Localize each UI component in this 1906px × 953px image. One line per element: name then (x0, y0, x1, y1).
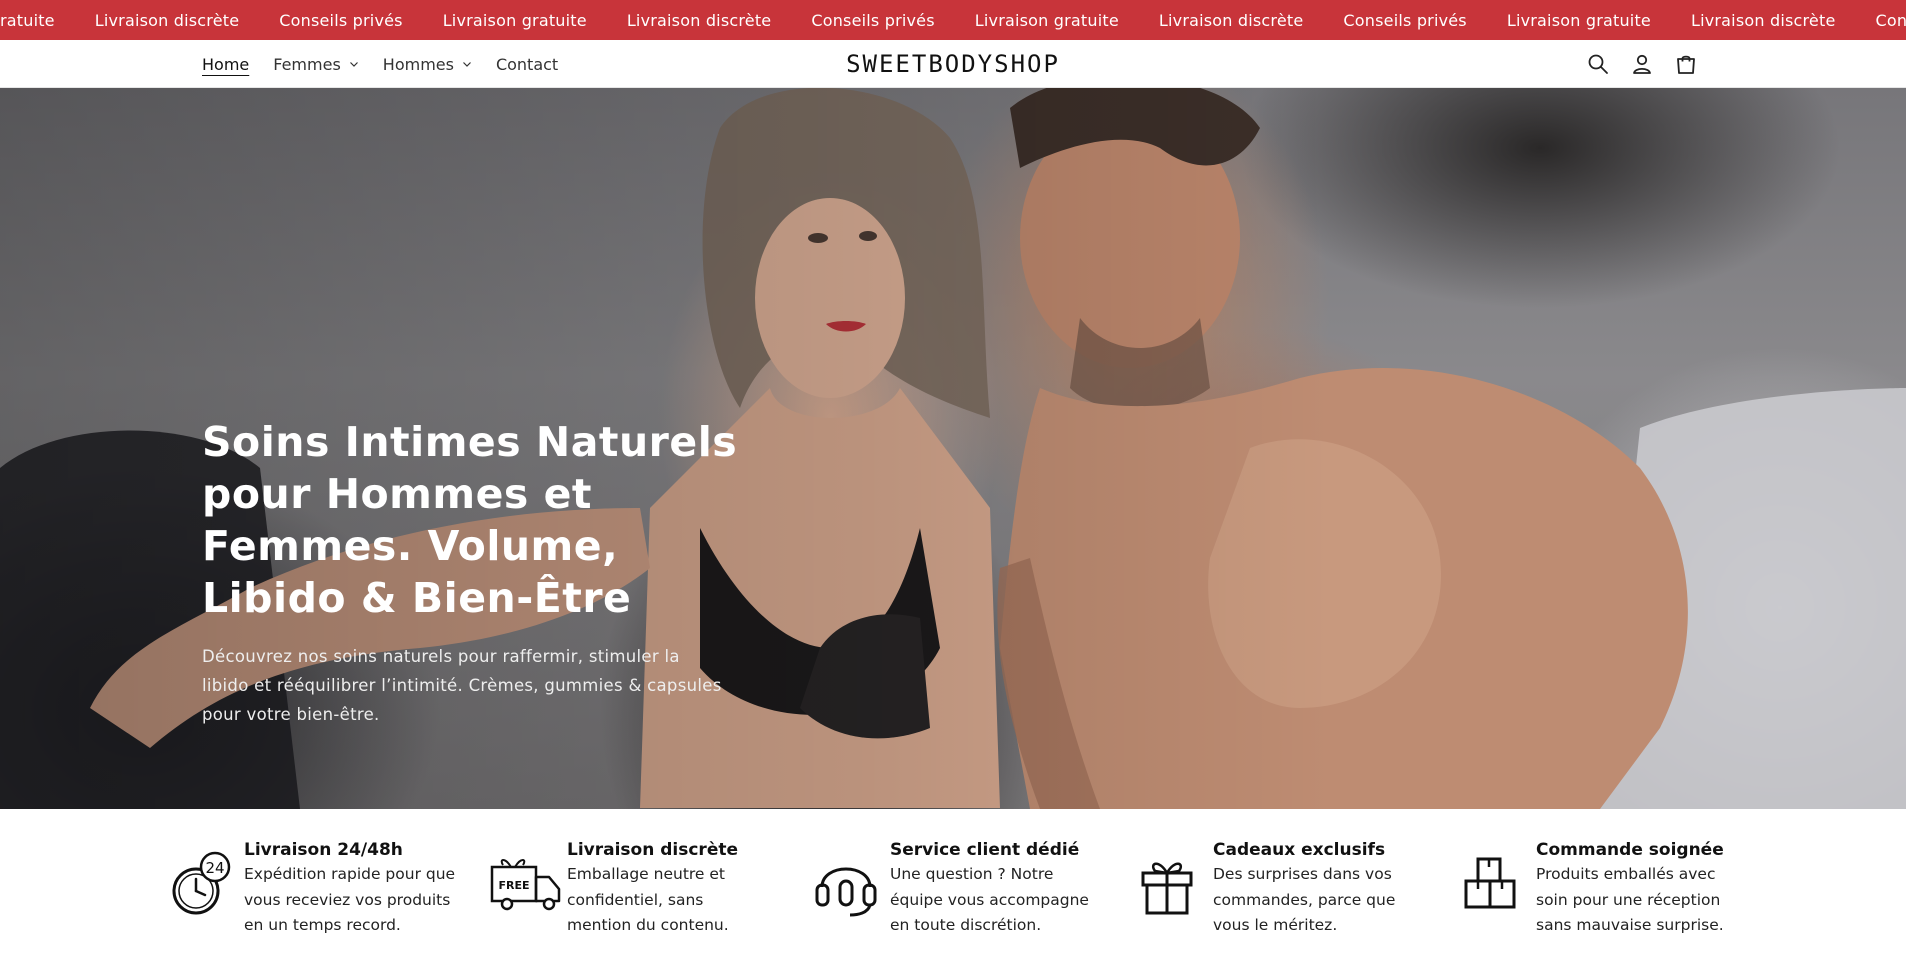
announcement-item: on gratuite (0, 10, 55, 30)
announcement-item: Conseils privés (811, 10, 935, 30)
announcement-item: Livraison gratuite (442, 10, 587, 30)
announcement-item: Livraison discrète (626, 10, 772, 30)
free-truck-icon: FREE (490, 859, 561, 911)
feature-item: Commande soignée Produits emballés avec … (1458, 839, 1758, 949)
nav-femmes-label: Femmes (273, 54, 341, 74)
chevron-down-icon (463, 62, 471, 67)
nav-contact-link[interactable]: Contact (496, 55, 558, 74)
feature-text: Livraison 24/48h Expédition rapide pour … (244, 839, 459, 949)
feature-text: Commande soignée Produits emballés avec … (1536, 839, 1736, 949)
announcement-item: Livraison gratuite (1506, 10, 1651, 30)
feature-description: Une question ? Notre équipe vous accompa… (890, 865, 1089, 934)
feature-item: Cadeaux exclusifs Des surprises dans vos… (1135, 839, 1435, 949)
account-button[interactable] (1628, 50, 1656, 78)
nav-contact-label: Contact (495, 54, 559, 74)
search-button[interactable] (1584, 50, 1612, 78)
feature-title: Cadeaux exclusifs (1213, 840, 1386, 860)
feature-title: Livraison 24/48h (244, 840, 403, 860)
svg-text:24: 24 (205, 859, 224, 877)
announcement-item: Conseils privés (279, 10, 403, 30)
feature-description: Produits emballés avec soin pour une réc… (1536, 865, 1724, 934)
main-nav: Home Femmes Hommes Contact (202, 40, 558, 88)
nav-femmes-menu[interactable]: Femmes (273, 55, 359, 74)
site-logo[interactable]: SWEETBODYSHOP (846, 46, 1058, 82)
feature-description: Expédition rapide pour que vous receviez… (244, 865, 456, 934)
header-icons (1584, 40, 1700, 88)
announcement-item: Livraison discrète (1158, 10, 1304, 30)
search-icon (1588, 54, 1608, 74)
feature-title: Livraison discrète (567, 840, 739, 860)
feature-item: 24 Livraison 24/48h Expédition rapide po… (166, 839, 466, 949)
announcement-item: Livraison gratuite (974, 10, 1119, 30)
feature-text: Livraison discrète Emballage neutre et c… (567, 839, 772, 949)
chevron-down-icon (349, 62, 358, 67)
account-icon (1633, 54, 1651, 74)
announcement-marquee: on gratuite Livraison discrète Conseils … (0, 0, 1906, 40)
hero-banner: Soins Intimes Naturels pour Hommes et Fe… (0, 88, 1906, 809)
feature-item: Service client dédié Une question ? Notr… (812, 839, 1112, 949)
feature-description: Des surprises dans vos commandes, parce … (1213, 865, 1396, 934)
clock-24-icon: 24 (172, 851, 231, 915)
feature-item: FREE Livraison discrète Emballage neutre… (489, 839, 789, 949)
nav-home-label: Home (202, 54, 250, 74)
nav-home-link[interactable]: Home (202, 55, 249, 74)
site-header: Home Femmes Hommes Contact SWEETBODYSHOP (0, 40, 1906, 88)
announcement-item: Livraison discrète (94, 10, 240, 30)
headset-icon (815, 867, 877, 917)
svg-text:FREE: FREE (498, 879, 529, 892)
feature-title: Commande soignée (1536, 840, 1724, 860)
hero-content: Soins Intimes Naturels pour Hommes et Fe… (202, 416, 742, 729)
features-strip: 24 Livraison 24/48h Expédition rapide po… (0, 809, 1906, 953)
feature-title: Service client dédié (890, 840, 1080, 860)
announcement-bar: on gratuite Livraison discrète Conseils … (0, 0, 1906, 40)
feature-text: Service client dédié Une question ? Notr… (890, 839, 1100, 949)
cart-button[interactable] (1672, 50, 1700, 78)
boxes-icon (1464, 857, 1516, 909)
hero-subtitle: Découvrez nos soins naturels pour raffer… (202, 647, 722, 724)
feature-text: Cadeaux exclusifs Des surprises dans vos… (1213, 839, 1413, 949)
feature-description: Emballage neutre et confidentiel, sans m… (567, 865, 729, 934)
announcement-item: Conseils privés (1875, 10, 1906, 30)
cart-icon (1677, 55, 1695, 74)
announcement-item: Livraison discrète (1690, 10, 1836, 30)
announcement-item: Conseils privés (1343, 10, 1467, 30)
nav-hommes-label: Hommes (382, 54, 454, 74)
nav-hommes-menu[interactable]: Hommes (383, 55, 472, 74)
hero-title: Soins Intimes Naturels pour Hommes et Fe… (202, 418, 738, 622)
gift-icon (1141, 862, 1193, 915)
